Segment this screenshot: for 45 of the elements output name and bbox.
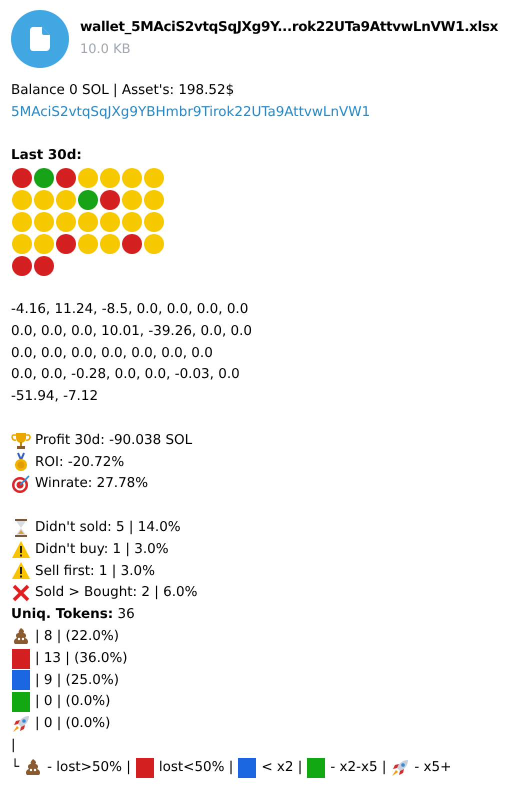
tree-corner: └ [11,757,20,777]
tokens-label: Uniq. Tokens: [11,606,114,622]
rocket-icon [390,758,410,778]
rocket-icon [11,714,31,734]
balance-text: Balance 0 SOL | Asset's: 198.52$ [11,81,236,100]
token-stat: | 9 | (25.0%) [35,670,119,690]
legend-label: - x5+ [414,758,452,777]
legend-label: - x2-x5 | [330,758,386,777]
square-icon [237,758,258,778]
stat-text: Didn't buy: 1 | 3.0% [35,540,169,559]
wallet-address-link[interactable]: 5MAciS2vtqSqJXg9YBHmbr9Tirok22UTa9AttvwLnVW1 [11,102,370,124]
square-icon [11,692,31,712]
tokens-count: 36 [118,606,135,622]
file-name: wallet_5MAciS2vtqSqJXg9Y...rok22UTa9AttvwLnVW1.xlsx [80,18,498,38]
token-stat: | 13 | (36.0%) [35,648,128,668]
legend-label: lost<50% | [158,758,234,777]
square-icon [306,758,326,778]
tree-line: | [11,736,16,753]
cross-icon [11,583,31,604]
square-icon [11,648,31,669]
pnl-values: 0.0, 0.0, 0.0, 10.01, -39.26, 0.0, 0.0 [11,322,254,341]
pnl-values: 0.0, 0.0, 0.0, 0.0, 0.0, 0.0, 0.0 [11,344,214,363]
trophy-icon [11,430,31,451]
square-icon [134,758,155,778]
section-title: Last 30d: [11,147,82,164]
square-icon [11,670,31,690]
stat-text: Sell first: 1 | 3.0% [35,562,155,581]
stat-text: Profit 30d: -90.038 SOL [35,430,192,450]
token-stat: | 0 | (0.0%) [35,692,110,712]
warning-icon [11,540,31,560]
legend-label: - lost>50% | [47,758,131,777]
token-stat: | 8 | (22.0%) [35,626,119,646]
token-stat: | 0 | (0.0%) [35,714,110,734]
file-size: 10.0 KB [80,41,132,59]
target-icon [11,474,31,494]
legend-label: < x2 | [261,758,302,777]
pnl-values: 0.0, 0.0, -0.28, 0.0, 0.0, -0.03, 0.0 [11,365,241,384]
pnl-values: -51.94, -7.12 [11,387,100,406]
stat-text: Sold > Bought: 2 | 6.0% [35,583,198,602]
warning-icon [11,561,31,582]
pnl-values: -4.16, 11.24, -8.5, 0.0, 0.0, 0.0, 0.0 [11,300,250,319]
poop-icon [11,626,31,647]
stat-text: ROI: -20.72% [35,452,124,472]
stat-text: Winrate: 27.78% [35,474,148,494]
stat-text: Didn't sold: 5 | 14.0% [35,518,181,537]
